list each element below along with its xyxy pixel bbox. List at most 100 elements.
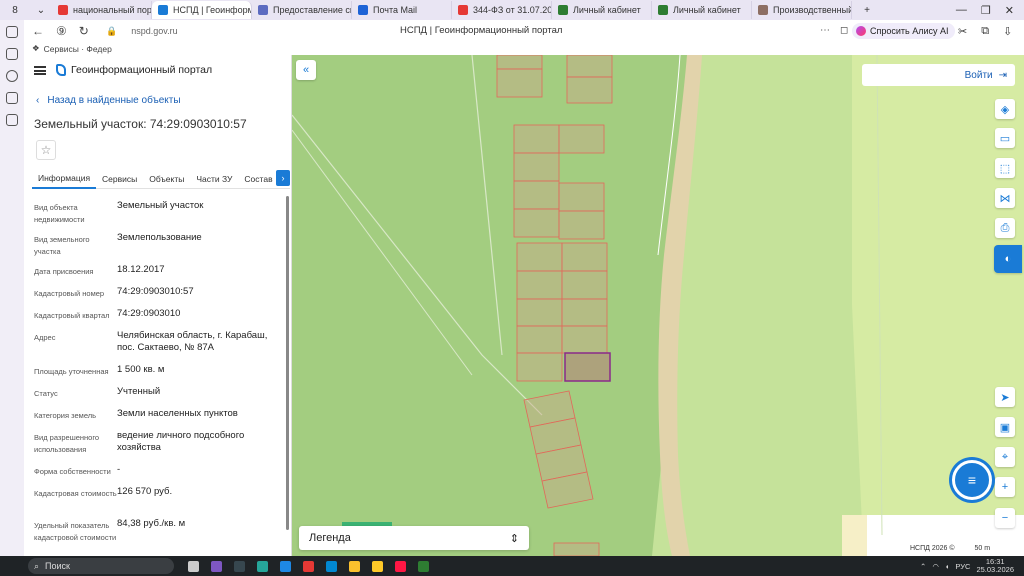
browser-tab[interactable]: Личный кабинет [652, 1, 752, 19]
info-tab[interactable]: Части ЗУ [190, 169, 238, 189]
tab-count-button[interactable]: 8 [4, 2, 26, 18]
login-label: Войти [964, 69, 993, 81]
tab-label: Производственный ка [773, 5, 852, 15]
yandex-browser-icon[interactable] [395, 560, 406, 572]
chevron-down-icon[interactable]: ⌄ [30, 2, 52, 18]
browser-tab[interactable]: Предоставление свед [252, 1, 352, 19]
back-arrow-icon[interactable]: ← [32, 24, 44, 38]
tray-chevron-icon[interactable]: ⌃ [920, 562, 926, 571]
maximize-icon[interactable]: ❐ [981, 4, 991, 17]
geolocation-icon[interactable]: ➤ [995, 387, 1015, 407]
tab-label: национальный портал [73, 5, 152, 15]
panel-scrollbar[interactable] [286, 196, 289, 530]
property-key: Вид земельного участка [34, 235, 90, 256]
minimize-icon[interactable]: — [956, 4, 967, 17]
browser-tab[interactable]: национальный портал [52, 1, 152, 19]
tabs-next-button[interactable]: › [276, 170, 290, 186]
property-row: Кадастровый номер 74:29:0903010:57 [34, 286, 274, 308]
login-button[interactable]: Войти ⇥ [862, 64, 1015, 86]
explorer-icon[interactable] [372, 560, 383, 572]
sidebar-8-icon[interactable] [6, 114, 18, 126]
search-on-map-icon[interactable]: ⌖ [995, 447, 1015, 467]
ruler-icon[interactable]: ▭ [995, 128, 1015, 148]
layers-icon[interactable]: ◈ [995, 99, 1015, 119]
store-icon[interactable] [280, 560, 291, 572]
map-canvas[interactable]: « Войти ⇥ ◈ ▭ ⬚ ⋈ ⎙ ◐ ➤ ▣ ⌖ + − ≡ Легенд… [292, 55, 1024, 556]
info-tab[interactable]: Сервисы [96, 169, 143, 189]
tab-label: Почта Mail [373, 5, 417, 15]
zoom-in-button[interactable]: + [995, 477, 1015, 497]
language-indicator[interactable]: РУС [955, 562, 970, 571]
zoom-out-button[interactable]: − [995, 508, 1015, 528]
browser-tab[interactable]: 344-ФЗ от 31.07.2025 [452, 1, 552, 19]
extensions-icon[interactable]: ✂ [958, 25, 967, 38]
app-icon-1[interactable] [211, 560, 222, 572]
info-tab[interactable]: Объекты [143, 169, 190, 189]
sidebar-image-icon[interactable] [6, 92, 18, 104]
reload-icon[interactable]: ↻ [79, 24, 89, 38]
more-icon[interactable]: ⋯ [820, 25, 830, 36]
parcel-title: Земельный участок: 74:29:0903010:57 [34, 117, 247, 131]
close-icon[interactable]: ✕ [1005, 4, 1014, 17]
system-tray: ⌃ ◠ ◖ РУС 16:31 25.03.2026 [920, 558, 1024, 574]
chat-support-button[interactable]: ≡ [952, 460, 992, 500]
sidebar-tab-icon[interactable] [6, 26, 18, 38]
share-icon[interactable]: ⋈ [995, 188, 1015, 208]
portal-logo[interactable]: Геоинформационный портал [56, 64, 212, 76]
alice-label: Спросить Алису AI [870, 26, 949, 36]
yandex-logo-icon[interactable]: ⑨ [56, 24, 67, 38]
browser-tab[interactable]: Производственный ка [752, 1, 852, 19]
legend-dropdown[interactable]: Легенда ⇕ [299, 526, 529, 550]
sidebar-notes-icon[interactable] [6, 48, 18, 60]
print-icon[interactable]: ⎙ [995, 218, 1015, 238]
tab-label: НСПД | Геоинформа [173, 5, 252, 15]
property-value: Учтенный [117, 386, 161, 397]
property-row: Форма собственности - [34, 464, 274, 486]
tab-favicon-icon [158, 5, 168, 15]
app-icon-4[interactable] [326, 560, 337, 572]
new-tab-button[interactable]: + [856, 2, 878, 18]
volume-icon[interactable]: ◖ [945, 562, 950, 571]
browser-tabstrip: 8 ⌄ национальный порталНСПД | Геоинформа… [0, 0, 1024, 20]
property-row: Кадастровый квартал 74:29:0903010 [34, 308, 274, 330]
legend-label: Легенда [309, 532, 351, 544]
property-value: 1 500 кв. м [117, 364, 165, 375]
info-tab[interactable]: Информация [32, 169, 97, 189]
network-icon[interactable]: ◠ [932, 562, 939, 571]
clock[interactable]: 16:31 25.03.2026 [976, 558, 1014, 574]
bookmark-icon[interactable]: ◻ [840, 25, 848, 36]
portal-logo-icon [56, 64, 66, 76]
bookmarks-bar: ❖ Сервисы · Федер [24, 42, 112, 55]
edge-icon[interactable] [257, 560, 268, 572]
assistant-icon[interactable]: ◐ [994, 245, 1022, 273]
chrome-icon[interactable] [349, 560, 360, 572]
property-key: Категория земель [34, 411, 97, 420]
excel-icon[interactable] [418, 560, 429, 572]
browser-tab[interactable]: Почта Mail [352, 1, 452, 19]
taskbar-search[interactable]: ⌕ Поиск [28, 558, 174, 574]
property-value: Земельный участок [117, 200, 204, 211]
menu-icon[interactable] [34, 65, 46, 75]
browser-tab[interactable]: Личный кабинет [552, 1, 652, 19]
info-tab[interactable]: Состав [238, 169, 278, 189]
app-icon-3[interactable] [303, 560, 314, 572]
browser-tab[interactable]: НСПД | Геоинформа✕ [152, 1, 252, 19]
collections-icon[interactable]: ⧉ [981, 25, 989, 38]
bookmark-services[interactable]: Сервисы · Федер [44, 44, 112, 54]
back-to-results-link[interactable]: ‹ Назад в найденные объекты [36, 95, 181, 106]
property-value: 18.12.2017 [117, 264, 165, 275]
sidebar-play-icon[interactable] [6, 70, 18, 82]
favorite-star-icon[interactable]: ☆ [36, 140, 56, 160]
task-view-icon[interactable] [188, 560, 199, 572]
downloads-icon[interactable]: ⇩ [1003, 25, 1012, 38]
property-row: Вид разрешенного использования ведение ли… [34, 430, 274, 464]
screenshot-icon[interactable]: ▣ [995, 417, 1015, 437]
alice-button[interactable]: Спросить Алису AI [852, 23, 955, 39]
collapse-panel-button[interactable]: « [296, 60, 316, 80]
property-row: Дата присвоения 18.12.2017 [34, 264, 274, 286]
property-value: 74:29:0903010:57 [117, 286, 194, 297]
select-area-icon[interactable]: ⬚ [995, 158, 1015, 178]
property-key: Площадь уточненная [34, 367, 109, 376]
property-row: Категория земель Земли населенных пунктов [34, 408, 274, 430]
app-icon-2[interactable] [234, 560, 245, 572]
